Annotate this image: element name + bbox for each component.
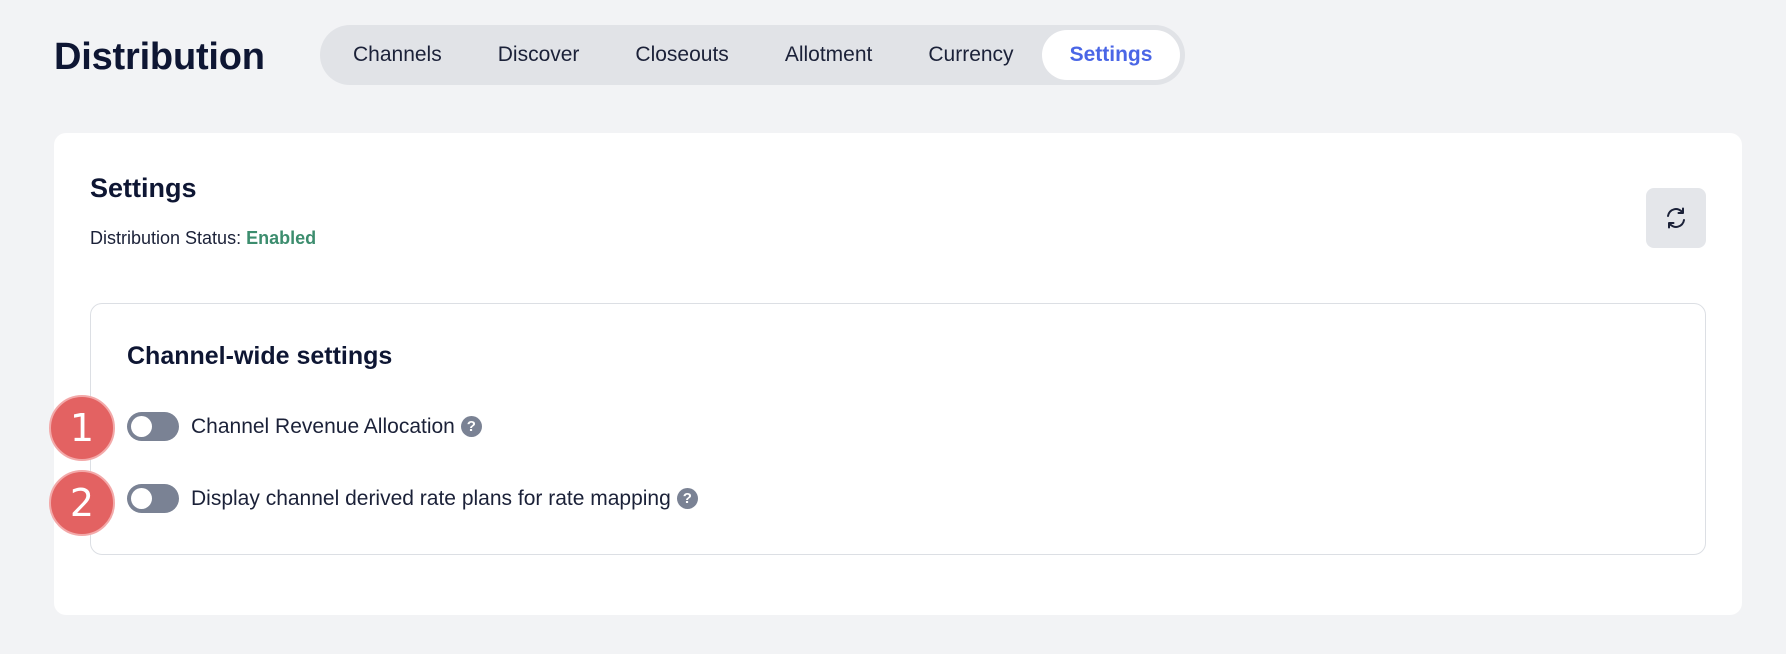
channel-revenue-allocation-label: Channel Revenue Allocation: [191, 414, 455, 438]
tab-channels[interactable]: Channels: [325, 30, 470, 80]
tab-bar: Channels Discover Closeouts Allotment Cu…: [320, 25, 1186, 85]
setting-display-derived-rate-plans: Display channel derived rate plans for r…: [127, 484, 698, 513]
toggle-knob: [131, 416, 152, 437]
refresh-icon: [1667, 207, 1685, 229]
tab-allotment[interactable]: Allotment: [757, 30, 901, 80]
page-header: Distribution Channels Discover Closeouts…: [0, 0, 1786, 120]
toggle-knob: [131, 488, 152, 509]
settings-title: Settings: [90, 173, 197, 203]
tab-closeouts[interactable]: Closeouts: [607, 30, 756, 80]
status-label: Distribution Status:: [90, 228, 242, 248]
status-value: Enabled: [246, 228, 317, 248]
page-title: Distribution: [54, 36, 265, 78]
channel-wide-settings-title: Channel-wide settings: [127, 342, 393, 370]
setting-channel-revenue-allocation: Channel Revenue Allocation ?: [127, 412, 482, 441]
display-derived-rate-plans-label: Display channel derived rate plans for r…: [191, 486, 671, 510]
annotation-marker-1: 1: [49, 395, 115, 461]
refresh-button[interactable]: [1646, 188, 1706, 248]
settings-card: Settings Distribution Status: Enabled Ch…: [54, 133, 1742, 615]
annotation-marker-2: 2: [49, 470, 115, 536]
tab-discover[interactable]: Discover: [470, 30, 608, 80]
distribution-status: Distribution Status: Enabled: [90, 228, 316, 249]
tab-settings[interactable]: Settings: [1041, 30, 1181, 80]
display-derived-rate-plans-toggle[interactable]: [127, 484, 179, 513]
help-icon[interactable]: ?: [676, 488, 698, 509]
channel-revenue-allocation-toggle[interactable]: [127, 412, 179, 441]
channel-wide-settings-panel: Channel-wide settings Channel Revenue Al…: [90, 303, 1706, 555]
help-icon[interactable]: ?: [460, 416, 482, 437]
tab-currency[interactable]: Currency: [900, 30, 1041, 80]
